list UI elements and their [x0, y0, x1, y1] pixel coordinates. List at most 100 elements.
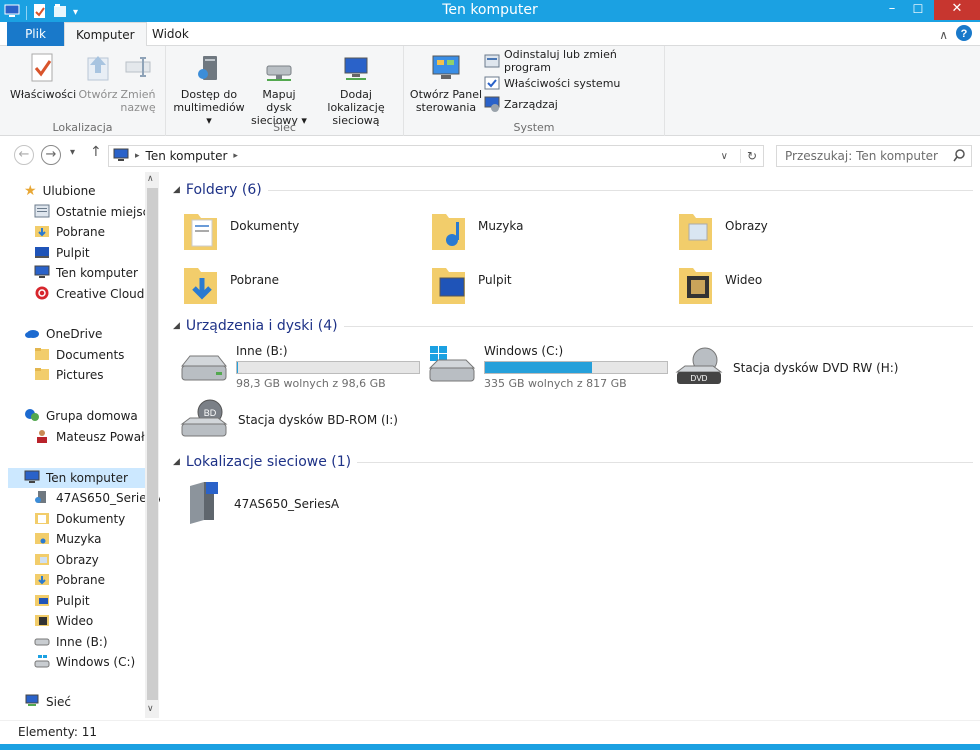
sidebar-item-dokumenty[interactable]: Dokumenty	[34, 509, 125, 529]
system-properties-label: Właściwości systemu	[504, 76, 621, 90]
open-label: Otwórz	[78, 88, 118, 101]
sidebar-item-onedrive[interactable]: OneDrive	[24, 324, 102, 344]
properties-button[interactable]: Właściwości	[10, 52, 76, 101]
tab-file[interactable]: Plik	[7, 22, 64, 46]
folder-pulpit[interactable]: Pulpit	[428, 260, 512, 304]
folder-icon	[34, 367, 50, 384]
control-panel-button[interactable]: Otwórz Panel sterowania	[408, 52, 484, 114]
forward-button[interactable]: →	[41, 145, 61, 165]
collapse-icon[interactable]: ◢	[173, 185, 180, 195]
sidebar-item-media-server[interactable]: 47AS650_SeriesA	[34, 488, 161, 508]
map-drive-button[interactable]: Mapuj dysk sieciowy ▾	[248, 52, 310, 127]
downloads-folder-icon	[34, 224, 50, 241]
refresh-icon[interactable]: ↻	[739, 149, 763, 163]
drive-usage-bar	[236, 361, 420, 374]
scroll-up-icon[interactable]: ∧	[147, 174, 154, 184]
help-icon[interactable]: ?	[956, 25, 972, 44]
media-access-button[interactable]: Dostęp do multimediów ▾	[170, 52, 248, 127]
folder-pobrane[interactable]: Pobrane	[180, 260, 280, 304]
programs-icon	[484, 53, 500, 69]
sidebar-item-pobrane[interactable]: Pobrane	[34, 570, 105, 590]
folder-dokumenty[interactable]: Dokumenty	[180, 206, 299, 250]
add-network-location-button[interactable]: Dodaj lokalizację sieciową	[310, 52, 402, 127]
uninstall-label: Odinstaluj lub zmień program	[504, 48, 617, 74]
drive-usage-bar	[484, 361, 668, 374]
sidebar-item-drive-b[interactable]: Inne (B:)	[34, 632, 108, 652]
sidebar-item-network[interactable]: Sieć	[24, 692, 71, 712]
section-folders[interactable]: ◢ Foldery (6)	[173, 182, 973, 198]
sidebar-item-obrazy[interactable]: Obrazy	[34, 550, 99, 570]
sidebar-scrollbar-thumb[interactable]	[147, 188, 158, 700]
drive-b[interactable]: Inne (B:) 98,3 GB wolnych z 98,6 GB	[180, 344, 420, 390]
back-button[interactable]: ←	[14, 145, 34, 165]
folder-muzyka[interactable]: Muzyka	[428, 206, 524, 250]
search-icon[interactable]	[953, 149, 965, 169]
sidebar-item-thispc-fav[interactable]: Ten komputer	[34, 263, 138, 283]
collapse-icon[interactable]: ◢	[173, 457, 180, 467]
media-server-icon	[182, 478, 224, 529]
sidebar-label: Sieć	[46, 695, 71, 709]
folder-wideo[interactable]: Wideo	[675, 260, 762, 304]
folder-label: Pobrane	[230, 273, 280, 287]
drive-dvd[interactable]: DVD Stacja dysków DVD RW (H:)	[675, 346, 899, 389]
collapse-ribbon-icon[interactable]: ∧	[939, 28, 948, 42]
title-bar: ▾ Ten komputer – ☐ ✕	[0, 0, 980, 22]
sidebar-item-user[interactable]: Mateusz Powała	[34, 427, 152, 447]
sidebar-item-thispc[interactable]: Ten komputer	[8, 468, 146, 488]
sidebar-item-pictures[interactable]: Pictures	[34, 365, 104, 385]
sidebar-item-documents[interactable]: Documents	[34, 345, 124, 365]
search-input[interactable]: Przeszukaj: Ten komputer	[776, 145, 972, 167]
sidebar-item-pulpit[interactable]: Pulpit	[34, 591, 90, 611]
sidebar-item-favorites[interactable]: ★ Ulubione	[24, 181, 96, 201]
sidebar-item-muzyka[interactable]: Muzyka	[34, 529, 101, 549]
uninstall-program-button[interactable]: Odinstaluj lub zmień program	[484, 48, 664, 74]
folder-obrazy[interactable]: Obrazy	[675, 206, 768, 250]
group-lokalizacja: Właściwości Otwórz Zmień nazwę Lokalizac…	[0, 46, 166, 136]
tab-view[interactable]: Widok	[141, 22, 200, 46]
collapse-icon[interactable]: ◢	[173, 321, 180, 331]
scroll-down-icon[interactable]: ∨	[147, 704, 154, 714]
sidebar-item-homegroup[interactable]: Grupa domowa	[24, 406, 138, 426]
sidebar-item-recent[interactable]: Ostatnie miejsca	[34, 202, 157, 222]
ribbon-tabs: Plik Komputer Widok ∧ ?	[0, 22, 980, 47]
sidebar-item-drive-c[interactable]: Windows (C:)	[34, 652, 135, 672]
address-box[interactable]: ▸ Ten komputer ▸ ∨ ↻	[108, 145, 764, 167]
close-button[interactable]: ✕	[934, 0, 980, 20]
open-button[interactable]: Otwórz	[76, 52, 120, 101]
sidebar-item-desktop[interactable]: Pulpit	[34, 243, 90, 263]
rename-button[interactable]: Zmień nazwę	[118, 52, 158, 114]
up-button[interactable]: ↑	[90, 144, 102, 160]
music-folder-icon	[34, 531, 50, 548]
minimize-button[interactable]: –	[878, 0, 906, 20]
network-device[interactable]: 47AS650_SeriesA	[182, 478, 339, 529]
section-devices[interactable]: ◢ Urządzenia i dyski (4)	[173, 318, 973, 334]
address-dropdown-icon[interactable]: ∨	[715, 151, 734, 162]
tab-computer[interactable]: Komputer	[64, 22, 147, 47]
manage-button[interactable]: Zarządzaj	[484, 95, 558, 113]
group-label: Lokalizacja	[52, 121, 113, 134]
maximize-button[interactable]: ☐	[904, 0, 932, 20]
sidebar-item-creative-cloud[interactable]: Creative Cloud Fi	[34, 284, 144, 304]
drive-bd[interactable]: BD Stacja dysków BD-ROM (I:)	[180, 398, 398, 441]
folder-label: Muzyka	[478, 219, 524, 233]
section-network[interactable]: ◢ Lokalizacje sieciowe (1)	[173, 454, 973, 470]
sidebar-label: Pictures	[56, 368, 104, 382]
section-header: Urządzenia i dyski (4)	[185, 318, 338, 334]
system-properties-button[interactable]: Właściwości systemu	[484, 74, 620, 92]
windows-drive-icon	[428, 344, 476, 390]
sidebar-item-downloads[interactable]: Pobrane	[34, 222, 105, 242]
sidebar-label: Ulubione	[42, 184, 96, 198]
breadcrumb[interactable]: Ten komputer	[146, 149, 228, 163]
sidebar-label: Creative Cloud Fi	[56, 287, 144, 301]
computer-icon	[113, 148, 129, 165]
breadcrumb-chevron-icon[interactable]: ▸	[135, 151, 140, 161]
drive-name: Windows (C:)	[484, 344, 564, 358]
sidebar-item-wideo[interactable]: Wideo	[34, 611, 93, 631]
computer-icon	[34, 265, 50, 282]
breadcrumb-chevron-icon[interactable]: ▸	[233, 151, 238, 161]
recent-locations-button[interactable]: ▾	[70, 147, 75, 158]
downloads-folder-icon	[34, 572, 50, 589]
sidebar-label: Ten komputer	[56, 266, 138, 280]
drive-c[interactable]: Windows (C:) 335 GB wolnych z 817 GB	[428, 344, 668, 390]
drive-free-space: 335 GB wolnych z 817 GB	[484, 377, 627, 390]
